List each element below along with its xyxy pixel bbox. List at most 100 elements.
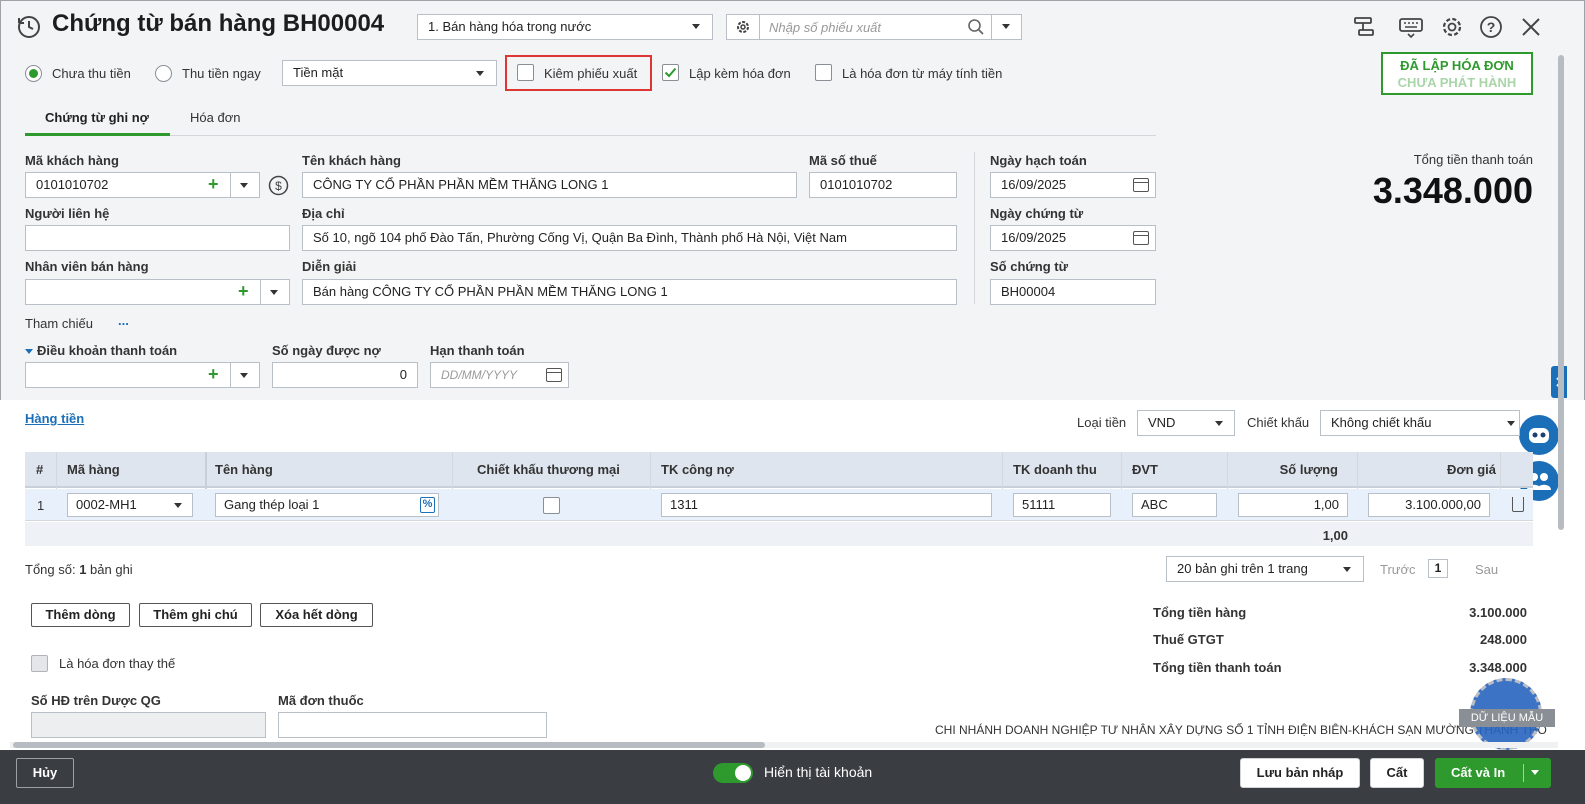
tab-invoice[interactable]: Hóa đơn xyxy=(190,110,240,125)
svg-text:?: ? xyxy=(1487,19,1496,35)
prescription-code-input[interactable] xyxy=(278,712,547,738)
unpaid-radio[interactable] xyxy=(25,65,42,82)
address-label: Địa chỉ xyxy=(302,206,345,221)
row-revenue-account-input[interactable]: 51111 xyxy=(1013,493,1111,517)
with-invoice-checkbox[interactable] xyxy=(662,64,679,81)
tab-debit-voucher[interactable]: Chứng từ ghi nợ xyxy=(45,110,149,125)
tax-code-input[interactable]: 0101010702 xyxy=(809,172,957,198)
row-debit-account-input[interactable]: 1311 xyxy=(661,493,992,517)
sales-staff-input[interactable] xyxy=(25,279,290,305)
customer-name-label: Tên khách hàng xyxy=(302,153,401,168)
description-label: Diễn giải xyxy=(302,259,357,274)
divider xyxy=(230,173,231,197)
discount-label: Chiết khấu xyxy=(1247,415,1310,430)
close-icon[interactable] xyxy=(1520,16,1542,38)
calendar-icon[interactable] xyxy=(1133,178,1149,192)
save-and-print-button[interactable]: Cất và In xyxy=(1435,758,1551,788)
customer-code-input[interactable]: 0101010702 xyxy=(25,172,260,198)
cash-register-invoice-checkbox[interactable] xyxy=(815,64,832,81)
credit-days-label: Số ngày được nợ xyxy=(272,343,381,358)
button-divider xyxy=(1523,764,1524,782)
goods-total-value: 3.100.000 xyxy=(1469,605,1527,620)
payment-terms-label: Điều khoản thanh toán xyxy=(37,343,178,358)
invoice-status-badge: ĐÃ LẬP HÓA ĐƠN CHƯA PHÁT HÀNH xyxy=(1381,52,1533,95)
save-draft-button[interactable]: Lưu bản nháp xyxy=(1240,758,1360,788)
check-icon xyxy=(664,67,677,78)
layout-icon[interactable] xyxy=(1352,15,1376,39)
currency-label: Loại tiền xyxy=(1077,415,1127,430)
column-header-unit: ĐVT xyxy=(1132,462,1158,477)
delete-all-rows-button[interactable]: Xóa hết dòng xyxy=(260,603,373,627)
row-item-name-input[interactable]: Gang thép loại 1 xyxy=(215,493,439,517)
unpaid-label: Chưa thu tiền xyxy=(52,66,131,81)
goods-section-link[interactable]: Hàng tiền xyxy=(25,411,84,426)
discount-select[interactable]: Không chiết khấu xyxy=(1320,410,1520,436)
record-count-suffix: bản ghi xyxy=(86,562,133,577)
settings-icon[interactable] xyxy=(1440,15,1464,39)
add-note-button[interactable]: Thêm ghi chú xyxy=(139,603,252,627)
keyboard-icon[interactable] xyxy=(1398,15,1424,39)
row-unit-input[interactable]: ABC xyxy=(1132,493,1217,517)
national-pharmacy-no-input xyxy=(31,712,266,738)
add-staff-icon[interactable]: + xyxy=(238,282,249,300)
posting-date-input[interactable]: 16/09/2025 xyxy=(990,172,1156,198)
debt-dollar-icon[interactable]: $ xyxy=(268,175,289,196)
export-slip-placeholder: Nhập số phiếu xuất xyxy=(769,20,882,35)
horizontal-scrollbar-thumb[interactable] xyxy=(13,742,765,748)
percent-icon[interactable]: % xyxy=(420,497,435,513)
current-page[interactable]: 1 xyxy=(1428,559,1448,578)
row-unit-price-input[interactable]: 3.100.000,00 xyxy=(1368,493,1490,517)
vertical-scrollbar[interactable] xyxy=(1557,55,1565,740)
add-customer-icon[interactable]: + xyxy=(208,175,219,193)
chevron-down-icon[interactable] xyxy=(1002,24,1010,29)
chevron-down-icon[interactable] xyxy=(240,183,248,188)
page-title: Chứng từ bán hàng BH00004 xyxy=(52,10,385,37)
assistant-bot-icon[interactable] xyxy=(1519,415,1559,455)
vat-label: Thuế GTGT xyxy=(1153,632,1224,647)
page-size-select[interactable]: 20 bản ghi trên 1 trang xyxy=(1166,556,1364,582)
payment-method-select[interactable]: Tiền mặt xyxy=(282,60,497,86)
replacement-invoice-checkbox[interactable] xyxy=(31,655,48,672)
show-account-toggle[interactable] xyxy=(713,763,753,783)
cancel-button[interactable]: Hủy xyxy=(16,758,74,788)
with-export-slip-checkbox[interactable] xyxy=(517,64,534,81)
next-page-button[interactable]: Sau xyxy=(1475,562,1498,577)
calendar-icon[interactable] xyxy=(1133,231,1149,245)
horizontal-scrollbar[interactable] xyxy=(10,742,1558,748)
collapse-caret-icon[interactable] xyxy=(25,349,33,354)
customer-name-input[interactable]: CÔNG TY CỔ PHẦN PHẦN MỀM THĂNG LONG 1 xyxy=(302,172,797,198)
calendar-icon[interactable] xyxy=(546,368,562,382)
gear-icon[interactable] xyxy=(735,19,751,35)
chevron-down-icon[interactable] xyxy=(240,373,248,378)
description-input[interactable]: Bán hàng CÔNG TY CỔ PHẦN PHẦN MỀM THĂNG … xyxy=(302,279,957,305)
row-debit-account-value: 1311 xyxy=(670,497,698,512)
voucher-type-select[interactable]: 1. Bán hàng hóa trong nước xyxy=(417,14,713,40)
voucher-no-input[interactable]: BH00004 xyxy=(990,279,1156,305)
contact-input[interactable] xyxy=(25,225,290,251)
row-quantity-input[interactable]: 1,00 xyxy=(1238,493,1348,517)
reference-more-link[interactable]: ... xyxy=(118,313,129,328)
sales-staff-label: Nhân viên bán hàng xyxy=(25,259,149,274)
add-terms-icon[interactable]: + xyxy=(208,365,219,383)
description-value: Bán hàng CÔNG TY CỔ PHẦN PHẦN MỀM THĂNG … xyxy=(313,284,668,299)
chevron-down-icon[interactable] xyxy=(270,290,278,295)
credit-days-input[interactable]: 0 xyxy=(272,362,418,388)
chevron-down-icon[interactable] xyxy=(1531,770,1539,775)
address-input[interactable]: Số 10, ngõ 104 phố Đào Tấn, Phường Cống … xyxy=(302,225,957,251)
currency-value: VND xyxy=(1148,415,1176,430)
delete-row-icon[interactable] xyxy=(1512,497,1524,512)
paid-now-radio[interactable] xyxy=(155,65,172,82)
search-icon[interactable] xyxy=(967,18,985,36)
payment-terms-input[interactable] xyxy=(25,362,260,388)
row-quantity-value: 1,00 xyxy=(1313,497,1339,512)
vertical-scrollbar-thumb[interactable] xyxy=(1558,55,1564,530)
row-trade-discount-checkbox[interactable] xyxy=(543,497,560,514)
page-size-value: 20 bản ghi trên 1 trang xyxy=(1177,561,1308,576)
add-row-button[interactable]: Thêm dòng xyxy=(31,603,130,627)
help-icon[interactable]: ? xyxy=(1479,15,1503,39)
voucher-date-input[interactable]: 16/09/2025 xyxy=(990,225,1156,251)
prev-page-button[interactable]: Trước xyxy=(1380,562,1416,577)
history-icon[interactable] xyxy=(16,14,42,40)
national-pharmacy-no-label: Số HĐ trên Dược QG xyxy=(31,693,161,708)
save-button[interactable]: Cất xyxy=(1370,758,1424,788)
